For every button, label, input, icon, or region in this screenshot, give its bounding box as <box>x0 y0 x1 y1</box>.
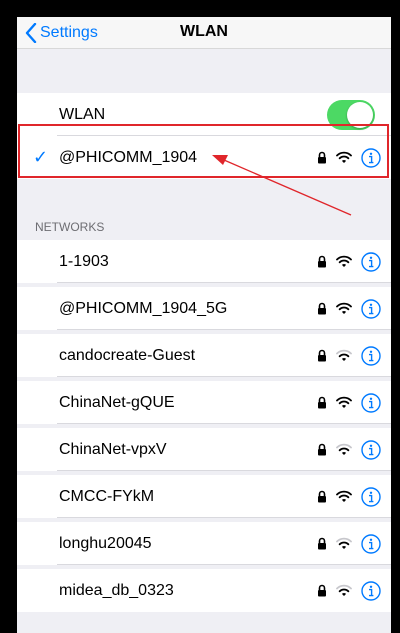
wifi-icon <box>336 584 352 596</box>
network-row[interactable]: midea_db_0323 <box>17 569 391 612</box>
row-separator <box>57 376 391 377</box>
info-icon[interactable] <box>361 533 381 554</box>
section-spacer <box>17 49 391 93</box>
navigation-bar: Settings WLAN <box>17 17 391 49</box>
network-row[interactable]: ChinaNet-gQUE <box>17 381 391 424</box>
info-icon[interactable] <box>361 392 381 413</box>
row-separator <box>57 423 391 424</box>
network-status-icons <box>317 569 381 612</box>
row-separator <box>57 282 391 283</box>
network-status-icons <box>317 428 381 471</box>
lock-icon <box>318 443 326 456</box>
wifi-icon <box>336 490 352 502</box>
lock-icon <box>318 396 326 409</box>
network-status-icons <box>317 287 381 330</box>
wlan-screen: Settings WLAN WLAN ✓ @PHICOMM_1904 NETWO… <box>17 17 391 633</box>
network-name: midea_db_0323 <box>59 581 174 599</box>
network-status-icons <box>317 381 381 424</box>
network-row[interactable]: 1-1903 <box>17 240 391 283</box>
wlan-toggle-label: WLAN <box>59 105 106 123</box>
page-title: WLAN <box>180 23 228 40</box>
wifi-icon <box>336 443 352 455</box>
networks-section-header: NETWORKS <box>17 182 391 240</box>
network-row[interactable]: longhu20045 <box>17 522 391 565</box>
network-name: 1-1903 <box>59 252 109 270</box>
wifi-icon <box>336 396 352 408</box>
info-icon[interactable] <box>361 298 381 319</box>
wifi-icon <box>336 537 352 549</box>
lock-icon <box>318 490 326 503</box>
lock-icon <box>318 537 326 550</box>
wifi-icon <box>336 255 352 267</box>
network-name: ChinaNet-gQUE <box>59 393 175 411</box>
annotation-highlight-box <box>18 124 389 178</box>
network-status-icons <box>317 334 381 377</box>
row-separator <box>57 329 391 330</box>
networks-header-label: NETWORKS <box>35 220 105 234</box>
info-icon[interactable] <box>361 251 381 272</box>
network-row[interactable]: @PHICOMM_1904_5G <box>17 287 391 330</box>
row-separator <box>57 517 391 518</box>
network-row[interactable]: ChinaNet-vpxV <box>17 428 391 471</box>
info-icon[interactable] <box>361 439 381 460</box>
network-status-icons <box>317 522 381 565</box>
lock-icon <box>318 584 326 597</box>
network-row[interactable]: CMCC-FYkM <box>17 475 391 518</box>
info-icon[interactable] <box>361 345 381 366</box>
network-row[interactable]: candocreate-Guest <box>17 334 391 377</box>
lock-icon <box>318 349 326 362</box>
network-name: candocreate-Guest <box>59 346 196 364</box>
info-icon[interactable] <box>361 486 381 507</box>
wifi-icon <box>336 349 352 361</box>
screenshot-frame: Settings WLAN WLAN ✓ @PHICOMM_1904 NETWO… <box>0 0 400 633</box>
info-icon[interactable] <box>361 580 381 601</box>
network-name: @PHICOMM_1904_5G <box>59 299 228 317</box>
wifi-icon <box>336 302 352 314</box>
network-status-icons <box>317 240 381 283</box>
network-name: longhu20045 <box>59 534 152 552</box>
lock-icon <box>318 302 326 315</box>
row-separator <box>57 564 391 565</box>
network-name: CMCC-FYkM <box>59 487 155 505</box>
network-name: ChinaNet-vpxV <box>59 440 167 458</box>
row-separator <box>57 470 391 471</box>
network-status-icons <box>317 475 381 518</box>
lock-icon <box>318 255 326 268</box>
